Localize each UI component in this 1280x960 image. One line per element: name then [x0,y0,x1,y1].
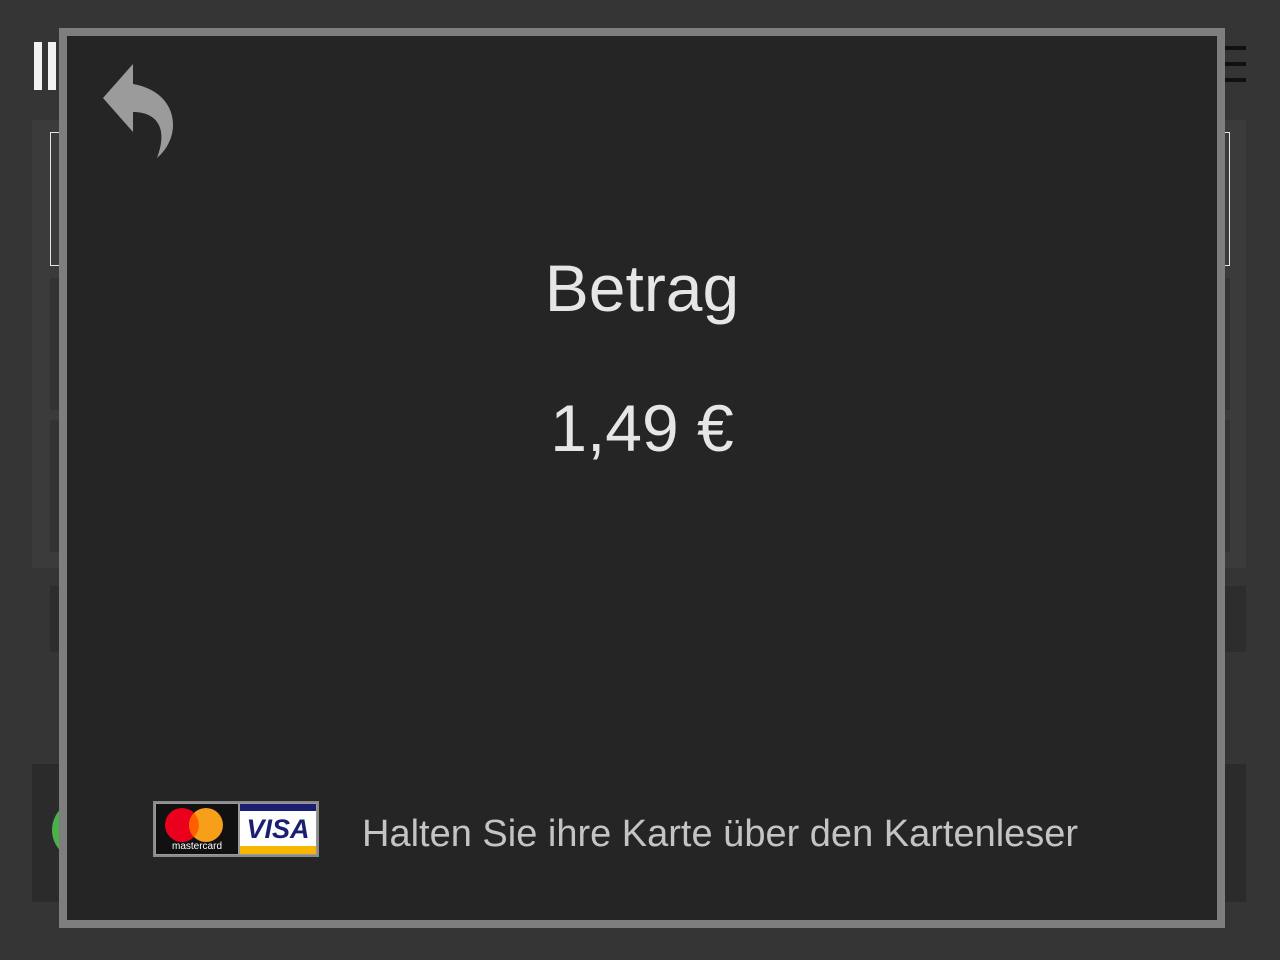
visa-label: VISA [246,814,310,844]
payment-modal: Betrag 1,49 € mastercard VISA Halten Sie… [59,28,1225,928]
visa-stripe-top [240,804,316,811]
visa-logo: VISA [240,804,316,854]
card-instruction: Halten Sie ihre Karte über den Kartenles… [362,813,1079,855]
mastercard-circles-icon [165,808,223,842]
back-button[interactable] [97,58,183,164]
mastercard-logo: mastercard [156,804,238,854]
payment-card-logos: mastercard VISA [153,801,319,857]
undo-arrow-icon [103,64,174,158]
visa-stripe-bottom [240,846,316,854]
amount-value: 1,49 € [550,391,734,465]
amount-title: Betrag [544,251,740,325]
mastercard-label: mastercard [171,841,222,852]
